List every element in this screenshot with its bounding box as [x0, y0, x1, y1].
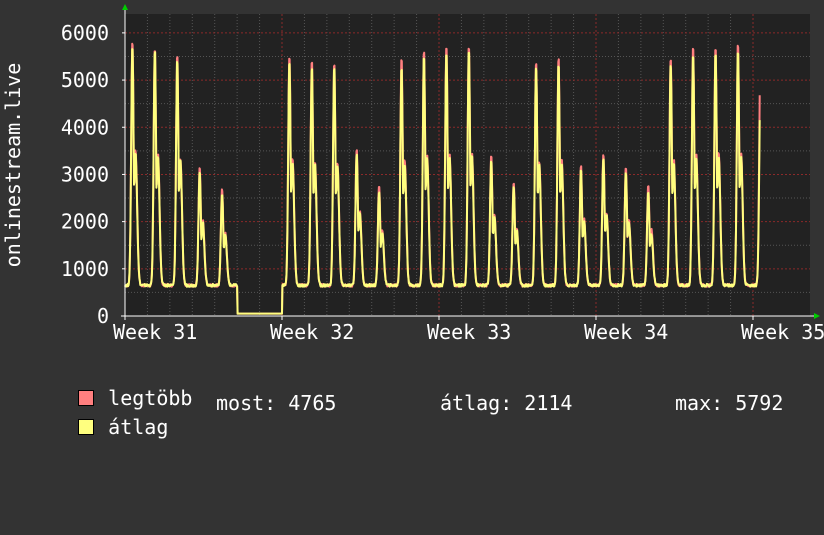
stat-avg-value: 2114: [524, 391, 573, 415]
y-tick-label: 3000: [61, 162, 109, 186]
stat-max-value: 5792: [735, 391, 784, 415]
x-tick-label: Week 34: [584, 320, 668, 344]
y-tick-label: 2000: [61, 210, 109, 234]
stat-max-label: max:: [675, 391, 724, 415]
x-tick-label: Week 31: [113, 320, 197, 344]
stat-max: max: 5792: [675, 391, 783, 415]
stat-avg: átlag: 2114: [440, 391, 572, 415]
x-tick-label: Week 32: [270, 320, 354, 344]
stat-now: most: 4765: [216, 391, 336, 415]
rrd-graph: 0 1000 2000 3000 4000 5000 6000 Week 31 Week 32 W…: [0, 0, 824, 439]
legend-label-avg: átlag: [108, 415, 169, 439]
x-tick-label: Week 35: [741, 320, 824, 344]
x-axis-arrow: [814, 313, 820, 319]
y-tick-label: 4000: [61, 115, 109, 139]
legend-item-avg: átlag most: 4765 átlag: 2114 max: 5792: [30, 391, 820, 535]
legend-swatch-avg: [78, 419, 95, 435]
stat-now-value: 4765: [288, 391, 337, 415]
chart: 0 1000 2000 3000 4000 5000 6000 Week 31 Week 32 W…: [1, 4, 824, 344]
y-tick-label: 6000: [61, 21, 109, 45]
y-tick-label: 5000: [61, 68, 109, 92]
stat-avg-label: átlag:: [440, 391, 513, 415]
stat-now-label: most:: [216, 391, 277, 415]
y-tick-label: 1000: [61, 257, 109, 281]
x-tick-label: Week 33: [427, 320, 511, 344]
y-axis-arrow: [122, 4, 128, 10]
y-axis-label: onlinestream.live: [1, 63, 25, 268]
y-tick-label: 0: [97, 304, 109, 328]
